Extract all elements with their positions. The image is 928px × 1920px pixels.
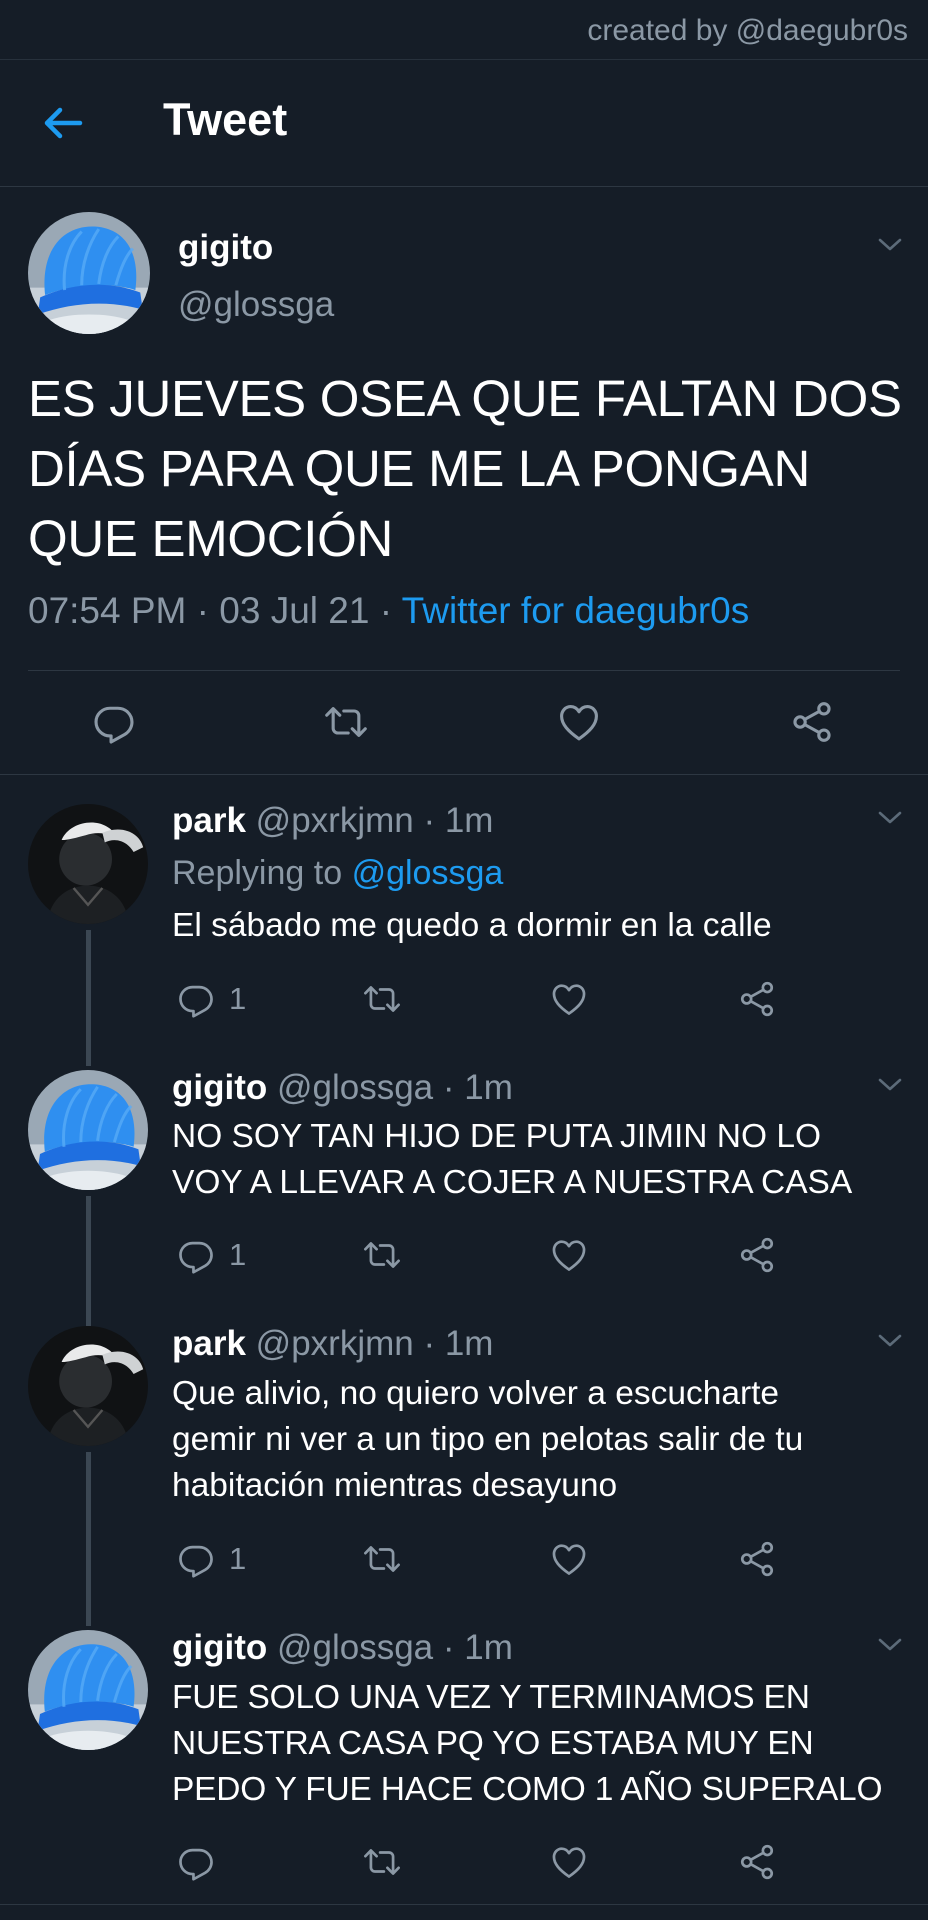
tweet-text-line: QUE EMOCIÓN	[28, 510, 394, 567]
reply-icon[interactable]	[92, 700, 136, 744]
reply-count: 1	[229, 981, 247, 1016]
author-handle[interactable]: @pxrkjmn	[256, 1324, 414, 1363]
header-divider	[0, 186, 928, 187]
back-arrow-icon[interactable]	[40, 100, 86, 146]
tweet-text-line: DÍAS PARA QUE ME LA PONGAN	[28, 440, 810, 497]
reply-text: El sábado me quedo a dormir en la calle	[172, 903, 912, 949]
tweet-meta: 07:54 PM · 03 Jul 21 · Twitter for daegu…	[28, 590, 749, 632]
reply-time: 1m	[444, 1324, 494, 1363]
tweet-time: 07:54 PM	[28, 590, 187, 631]
avatar[interactable]	[28, 1070, 148, 1190]
like-icon[interactable]	[550, 980, 588, 1018]
replying-to: Replying to @glossga	[172, 854, 503, 893]
tweet-date: 03 Jul 21	[219, 590, 370, 631]
retweet-icon[interactable]	[363, 1540, 401, 1578]
retweet-icon[interactable]	[363, 1843, 401, 1881]
reply-text-line: NUESTRA CASA PQ YO ESTABA MUY EN	[172, 1725, 814, 1762]
time-dot: ·	[442, 1628, 455, 1667]
time-dot: ·	[442, 1068, 455, 1107]
author-name[interactable]: gigito	[178, 228, 273, 268]
chevron-down-icon[interactable]	[877, 1637, 903, 1653]
author-name[interactable]: park	[172, 801, 246, 840]
time-dot: ·	[423, 1324, 436, 1363]
reply-icon[interactable]	[177, 1843, 215, 1881]
reply-time: 1m	[464, 1068, 513, 1107]
thread-line	[86, 1196, 91, 1326]
share-icon[interactable]	[738, 1236, 776, 1274]
author-handle[interactable]: @glossga	[277, 1068, 433, 1107]
reply-time: 1m	[444, 801, 494, 840]
avatar[interactable]	[28, 1630, 148, 1750]
like-icon[interactable]	[550, 1843, 588, 1881]
author-handle[interactable]: @glossga	[277, 1628, 433, 1667]
retweet-icon[interactable]	[324, 700, 368, 744]
meta-divider	[28, 670, 900, 671]
reply-text-line: gemir ni ver a un tipo en pelotas salir …	[172, 1421, 804, 1458]
chevron-down-icon[interactable]	[877, 237, 903, 253]
retweet-icon[interactable]	[363, 980, 401, 1018]
chevron-down-icon[interactable]	[877, 1077, 903, 1093]
creator-credit: created by @daegubr0s	[587, 14, 908, 47]
reply-count: 1	[229, 1541, 247, 1576]
reply-count: 1	[229, 1237, 247, 1272]
chevron-down-icon[interactable]	[877, 810, 903, 826]
page-title: Tweet	[163, 94, 288, 145]
app-header: Tweet	[0, 60, 928, 186]
reply-text: NO SOY TAN HIJO DE PUTA JIMIN NO LO VOY …	[172, 1114, 912, 1206]
reply-header: gigito @glossga · 1m	[172, 1628, 513, 1668]
replying-to-handle[interactable]: @glossga	[352, 854, 504, 892]
tweet-text: ES JUEVES OSEA QUE FALTAN DOS DÍAS PARA …	[28, 364, 908, 574]
thread-line	[86, 1452, 91, 1626]
like-icon[interactable]	[550, 1236, 588, 1274]
reply-text-line: El sábado me quedo a dormir en la calle	[172, 907, 772, 944]
share-icon[interactable]	[790, 700, 834, 744]
author-name[interactable]: gigito	[172, 1068, 267, 1107]
author-name[interactable]: gigito	[172, 1628, 267, 1667]
reply-text-line: PEDO Y FUE HACE COMO 1 AÑO SUPERALO	[172, 1771, 883, 1808]
retweet-icon[interactable]	[363, 1236, 401, 1274]
like-icon[interactable]	[550, 1540, 588, 1578]
tweet-source-link[interactable]: Twitter for daegubr0s	[402, 590, 750, 631]
bottom-divider	[0, 1904, 928, 1905]
like-icon[interactable]	[557, 700, 601, 744]
thread-line	[86, 930, 91, 1066]
reply-header: park @pxrkjmn · 1m	[172, 1324, 493, 1364]
reply-text-line: VOY A LLEVAR A COJER A NUESTRA CASA	[172, 1164, 853, 1201]
reply-icon[interactable]	[177, 1540, 215, 1578]
reply-text: Que alivio, no quiero volver a escuchart…	[172, 1371, 912, 1509]
reply-text-line: NO SOY TAN HIJO DE PUTA JIMIN NO LO	[172, 1118, 822, 1155]
reply-text-line: habitación mientras desayuno	[172, 1467, 618, 1504]
author-name[interactable]: park	[172, 1324, 246, 1363]
meta-dot: ·	[196, 590, 209, 631]
reply-header: gigito @glossga · 1m	[172, 1068, 513, 1108]
reply-icon[interactable]	[177, 1236, 215, 1274]
avatar[interactable]	[28, 804, 148, 924]
reply-text-line: Que alivio, no quiero volver a escuchart…	[172, 1375, 780, 1412]
main-tweet-divider	[0, 774, 928, 775]
replying-to-label: Replying to	[172, 854, 343, 892]
author-handle[interactable]: @pxrkjmn	[256, 801, 414, 840]
share-icon[interactable]	[738, 980, 776, 1018]
reply-icon[interactable]	[177, 980, 215, 1018]
reply-text: FUE SOLO UNA VEZ Y TERMINAMOS EN NUESTRA…	[172, 1675, 924, 1813]
reply-header: park @pxrkjmn · 1m	[172, 801, 493, 841]
time-dot: ·	[423, 801, 436, 840]
share-icon[interactable]	[738, 1540, 776, 1578]
chevron-down-icon[interactable]	[877, 1333, 903, 1349]
avatar[interactable]	[28, 212, 150, 334]
reply-time: 1m	[464, 1628, 513, 1667]
meta-dot: ·	[379, 590, 393, 631]
author-handle[interactable]: @glossga	[178, 285, 334, 325]
reply-text-line: FUE SOLO UNA VEZ Y TERMINAMOS EN	[172, 1679, 810, 1716]
avatar[interactable]	[28, 1326, 148, 1446]
share-icon[interactable]	[738, 1843, 776, 1881]
tweet-text-line: ES JUEVES OSEA QUE FALTAN DOS	[28, 370, 902, 427]
